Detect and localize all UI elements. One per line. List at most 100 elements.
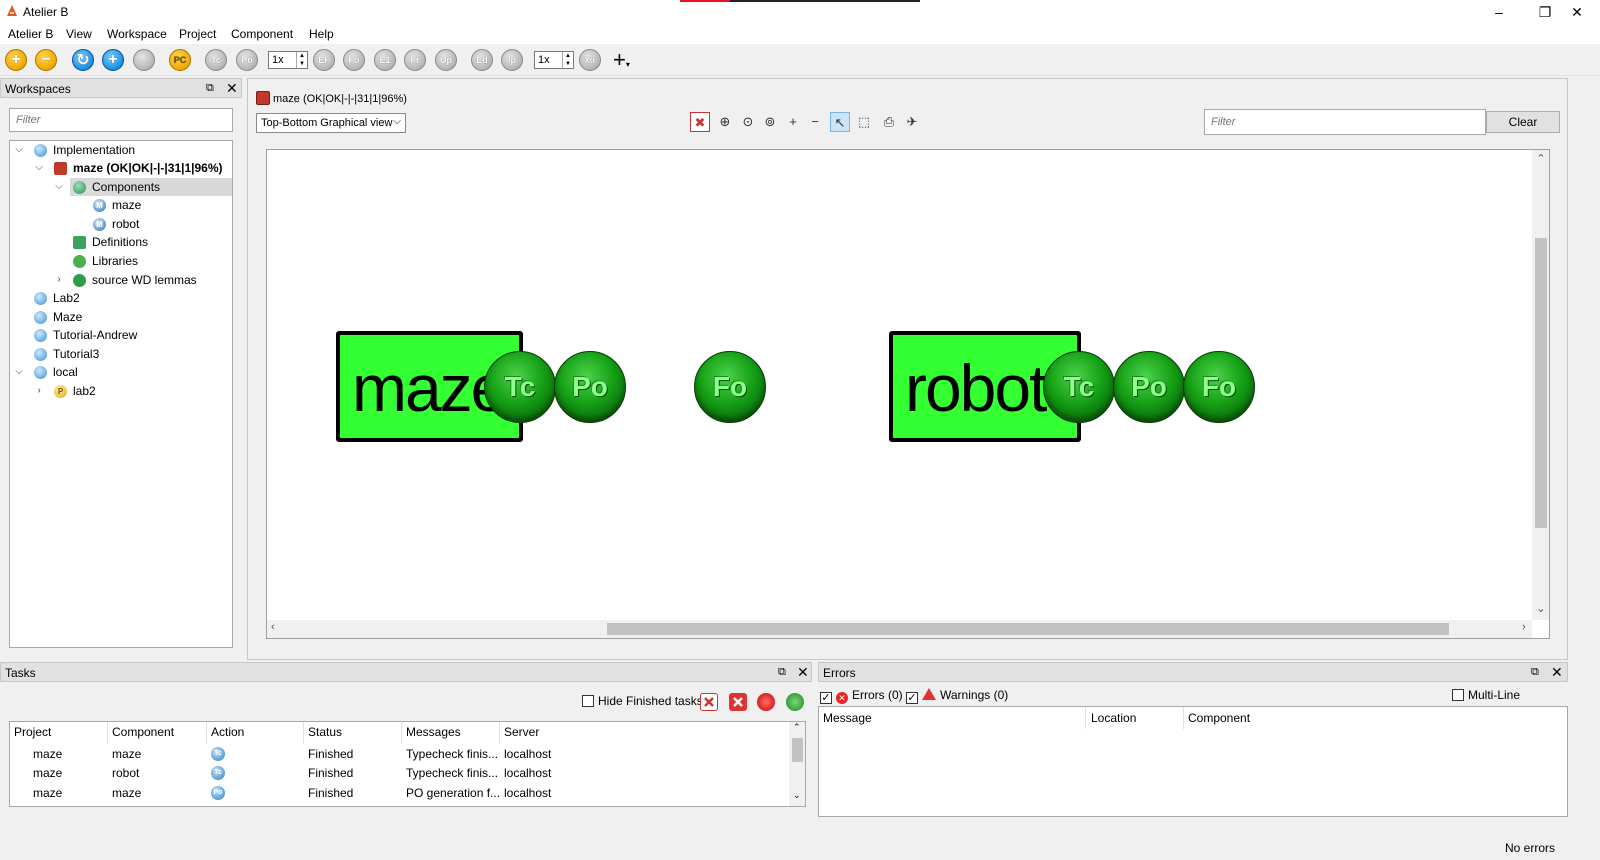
remove-project-button[interactable]: −: [133, 49, 155, 71]
more-tools-dropdown[interactable]: +▾: [613, 49, 630, 74]
show-errors-toggle[interactable]: ✕Errors (0): [820, 688, 903, 704]
robot-typecheck-status-icon[interactable]: Tc: [1043, 351, 1115, 423]
edit-button[interactable]: Ed: [471, 49, 493, 71]
float-panel-icon[interactable]: ⧉: [778, 666, 786, 679]
column-header-project[interactable]: Project: [14, 725, 51, 739]
float-panel-icon[interactable]: ⧉: [206, 82, 214, 95]
scroll-down-icon[interactable]: ⌄: [793, 790, 801, 801]
force-level-spinner-2[interactable]: 1x ▲ ▼: [534, 51, 574, 69]
close-view-icon[interactable]: ✖: [690, 112, 710, 132]
chevron-down-icon[interactable]: ⌵: [13, 363, 25, 381]
scrollbar-thumb[interactable]: [1535, 238, 1547, 528]
xtr-button[interactable]: Xtr: [579, 49, 601, 71]
workspaces-filter-input[interactable]: [10, 109, 232, 131]
select-pointer-icon[interactable]: ↖: [830, 112, 850, 132]
add-project-button[interactable]: +: [102, 49, 124, 71]
prove-ef-button[interactable]: EF: [313, 49, 335, 71]
zoom-reset-icon[interactable]: ⊙: [738, 112, 758, 132]
status-bar: No errors: [0, 832, 1600, 860]
close-button[interactable]: ✕: [1554, 0, 1600, 24]
refresh-button[interactable]: ↻: [72, 49, 94, 71]
title-bar: Atelier B – ❐ ✕: [0, 0, 1600, 24]
graph-filter-input[interactable]: [1205, 110, 1485, 134]
menu-component[interactable]: Component: [231, 27, 293, 41]
zoom-selection-icon[interactable]: ⊚: [760, 112, 780, 132]
errors-table: Message Location Component: [818, 706, 1568, 817]
menu-help[interactable]: Help: [309, 27, 334, 41]
po-generation-button[interactable]: Po: [236, 49, 258, 71]
workspace-icon: [34, 348, 47, 361]
menu-project[interactable]: Project: [179, 27, 216, 41]
hide-finished-tasks-checkbox[interactable]: Hide Finished tasks: [582, 694, 703, 708]
start-tasks-icon[interactable]: [786, 693, 804, 711]
spinner-arrows-icon[interactable]: ▲ ▼: [562, 52, 573, 68]
close-panel-icon[interactable]: ✕: [1551, 664, 1563, 681]
column-header-component[interactable]: Component: [112, 725, 174, 739]
scrollbar-thumb[interactable]: [607, 623, 1449, 635]
column-header-action[interactable]: Action: [211, 725, 244, 739]
view-mode-select[interactable]: Top-Bottom Graphical view ⌵: [256, 113, 406, 133]
typecheck-button[interactable]: Tc: [205, 49, 227, 71]
menu-view[interactable]: View: [66, 27, 92, 41]
menu-atelier-b[interactable]: Atelier B: [8, 27, 53, 41]
zoom-fit-icon[interactable]: ⊕: [715, 112, 735, 132]
maze-typecheck-status-icon[interactable]: Tc: [484, 351, 556, 423]
robot-po-status-icon[interactable]: Po: [1113, 351, 1185, 423]
up-icon: Up: [440, 55, 452, 65]
chevron-down-icon[interactable]: ⌵: [33, 159, 45, 177]
close-panel-icon[interactable]: ✕: [797, 664, 809, 681]
prove-fr-button[interactable]: Fr: [404, 49, 426, 71]
interactive-prover-button[interactable]: Ip: [501, 49, 523, 71]
show-warnings-toggle[interactable]: Warnings (0): [906, 688, 1008, 704]
column-header-message[interactable]: Message: [823, 711, 872, 725]
column-header-location[interactable]: Location: [1091, 711, 1136, 725]
column-header-component[interactable]: Component: [1188, 711, 1250, 725]
checkbox-box[interactable]: [906, 692, 918, 704]
minimize-button[interactable]: –: [1476, 0, 1522, 24]
tasks-vertical-scrollbar[interactable]: ⌃ ⌄: [789, 722, 805, 806]
scroll-up-icon[interactable]: ⌃: [793, 722, 801, 733]
checkbox-box[interactable]: [820, 692, 832, 704]
print-icon[interactable]: ⎙: [879, 112, 899, 132]
update-button[interactable]: Up: [435, 49, 457, 71]
export-image-icon[interactable]: ✈: [902, 112, 922, 132]
checkbox-box[interactable]: [582, 695, 594, 707]
project-check-button[interactable]: PC: [169, 49, 191, 71]
stop-tasks-icon[interactable]: [757, 693, 775, 711]
dependency-graph-canvas[interactable]: maze Tc Po Fo robot Tc Po Fo ⌃ ⌄ ‹ ›: [266, 149, 1550, 639]
menu-workspace[interactable]: Workspace: [107, 27, 167, 41]
force-level-spinner-1[interactable]: 1x ▲ ▼: [268, 51, 308, 69]
scroll-down-icon[interactable]: ⌄: [1532, 602, 1549, 615]
chevron-right-icon[interactable]: ›: [33, 382, 45, 400]
scroll-left-icon[interactable]: ‹: [271, 621, 275, 633]
checkbox-box[interactable]: [1452, 689, 1464, 701]
prove-fo-button[interactable]: Fo: [343, 49, 365, 71]
robot-fo-status-icon[interactable]: Fo: [1183, 351, 1255, 423]
column-header-messages[interactable]: Messages: [406, 725, 461, 739]
maze-po-status-icon[interactable]: Po: [554, 351, 626, 423]
scrollbar-thumb[interactable]: [792, 738, 803, 762]
cancel-task-icon[interactable]: [729, 693, 747, 711]
rubber-band-select-icon[interactable]: ⬚: [854, 112, 874, 132]
chevron-down-icon[interactable]: ⌵: [53, 178, 65, 196]
close-panel-icon[interactable]: ✕: [226, 80, 238, 97]
tasks-panel: Tasks ⧉ ✕ Hide Finished tasks Project Co…: [0, 662, 812, 832]
column-header-server[interactable]: Server: [504, 725, 539, 739]
remove-workspace-button[interactable]: −: [35, 49, 57, 71]
clear-finished-tasks-icon[interactable]: [700, 693, 718, 711]
prove-e1-button[interactable]: E1: [374, 49, 396, 71]
canvas-vertical-scrollbar[interactable]: ⌃ ⌄: [1532, 150, 1549, 620]
float-panel-icon[interactable]: ⧉: [1531, 666, 1539, 679]
spinner-arrows-icon[interactable]: ▲ ▼: [296, 52, 307, 68]
zoom-in-icon[interactable]: +: [783, 112, 803, 132]
clear-filter-button[interactable]: Clear: [1486, 111, 1560, 133]
chevron-down-icon[interactable]: ⌵: [13, 141, 25, 159]
scroll-up-icon[interactable]: ⌃: [1532, 152, 1549, 165]
maze-fo-status-icon[interactable]: Fo: [694, 351, 766, 423]
chevron-right-icon[interactable]: ›: [53, 271, 65, 289]
canvas-horizontal-scrollbar[interactable]: ‹ ›: [267, 620, 1532, 638]
scroll-right-icon[interactable]: ›: [1522, 621, 1526, 633]
column-header-status[interactable]: Status: [308, 725, 342, 739]
zoom-out-icon[interactable]: −: [805, 112, 825, 132]
add-workspace-button[interactable]: +: [5, 49, 27, 71]
